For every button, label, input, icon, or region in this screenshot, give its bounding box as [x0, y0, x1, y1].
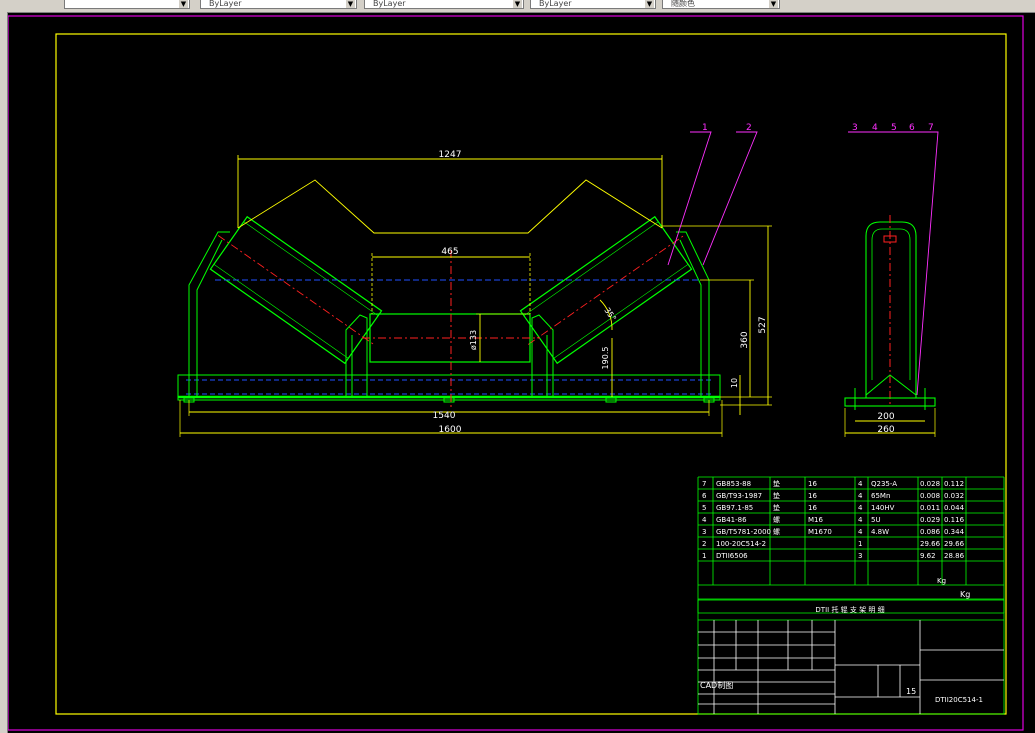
chevron-down-icon[interactable]: ▼	[179, 0, 188, 8]
bom-row-material: 65Mn	[871, 492, 890, 500]
bom-row-total-weight: 28.86	[944, 552, 965, 560]
properties-toolbar: ▼ ByLayer ▼ ByLayer ▼ ByLayer ▼ 随颜色 ▼	[0, 0, 1035, 13]
bom-row-total-weight: 0.032	[944, 492, 964, 500]
dim-overall-top: 1247	[439, 150, 462, 160]
bom-row-no: 3	[702, 528, 706, 536]
bom-row-qty: 1	[858, 540, 862, 548]
balloon-4: 4	[872, 123, 878, 133]
lineweight-combo[interactable]: ByLayer ▼	[530, 0, 656, 9]
dim-center-roller: 465	[441, 247, 458, 257]
bom-row-no: 6	[702, 492, 707, 500]
bom-row-code: GB/T93-1987	[716, 492, 762, 500]
bom-row-qty: 4	[858, 480, 863, 488]
bom-row-spec: 16	[808, 492, 817, 500]
bom-row-total-weight: 0.116	[944, 516, 965, 524]
front-view: 1247 465 ø133 190.5 35° 360 527 10 1540 …	[177, 123, 772, 437]
dim-span-mid: 1540	[433, 411, 456, 421]
bom-row-name: 垫	[773, 479, 780, 488]
bom-row-no: 2	[702, 540, 706, 548]
dim-diameter: ø133	[469, 330, 478, 350]
bom-row-unit-weight: 9.62	[920, 552, 936, 560]
bom-row-no: 1	[702, 552, 706, 560]
total-weight-unit: Kg	[960, 590, 970, 599]
bom-row-code: GB853-88	[716, 480, 751, 488]
bom-row-name: 垫	[773, 503, 780, 512]
dim-span-total: 1600	[439, 425, 462, 435]
bom-row-name: 垫	[773, 491, 780, 500]
dim-center-height: 190.5	[601, 347, 610, 370]
bom-row-unit-weight: 0.086	[920, 528, 941, 536]
bom-row-material: 5U	[871, 516, 881, 524]
dim-side-inner: 200	[877, 412, 894, 422]
dim-height-total: 527	[758, 316, 768, 333]
dim-base: 10	[730, 378, 739, 388]
bom-row-material: 4.8W	[871, 528, 889, 536]
balloon-3: 3	[852, 123, 858, 133]
bom-row-code: 100-20C514-2	[716, 540, 766, 548]
dim-side-outer: 260	[877, 425, 894, 435]
bom-row-name: 螺	[773, 527, 780, 536]
chevron-down-icon[interactable]: ▼	[513, 0, 522, 8]
balloon-1: 1	[702, 123, 708, 133]
balloon-5: 5	[891, 123, 897, 133]
balloon-2: 2	[746, 123, 752, 133]
bom-row-qty: 4	[858, 492, 863, 500]
chevron-down-icon[interactable]: ▼	[769, 0, 778, 8]
bom-row-unit-weight: 0.011	[920, 504, 940, 512]
bom-row-name: 螺	[773, 515, 780, 524]
bom-row-no: 5	[702, 504, 706, 512]
balloon-7: 7	[928, 123, 934, 133]
bom-title-line: DTII 托 辊 支 架 明 细	[815, 605, 884, 614]
bom-table: 7 GB853-88 垫 16 4 Q235-A 0.028 0.112 6 GB/T93-198…	[697, 476, 1005, 614]
bom-row-code: DTII6506	[716, 552, 748, 560]
bom-row-no: 4	[702, 516, 707, 524]
bom-row-spec: 16	[808, 504, 817, 512]
bom-row-unit-weight: 29.66	[920, 540, 941, 548]
plotstyle-combo[interactable]: 随颜色 ▼	[662, 0, 780, 9]
chevron-down-icon[interactable]: ▼	[645, 0, 654, 8]
bom-row-unit-weight: 0.029	[920, 516, 940, 524]
bom-row-total-weight: 0.112	[944, 480, 964, 488]
bom-row-qty: 4	[858, 504, 863, 512]
bom-row-material: 140HV	[871, 504, 895, 512]
bom-row-unit-weight: 0.028	[920, 480, 940, 488]
bom-row-code: GB97.1-85	[716, 504, 753, 512]
scale-value: 15	[906, 687, 916, 696]
chevron-down-icon[interactable]: ▼	[346, 0, 355, 8]
bom-row-qty: 3	[858, 552, 862, 560]
bom-row-total-weight: 0.044	[944, 504, 965, 512]
dim-height-inner: 360	[740, 331, 750, 348]
bom-row-code: GB41-86	[716, 516, 747, 524]
bom-row-code: GB/T5781-2000	[716, 528, 771, 536]
bom-row-qty: 4	[858, 528, 863, 536]
bom-row-spec: M1670	[808, 528, 832, 536]
drawing-number: DTII20C514-1	[935, 696, 983, 704]
left-scroll-edge	[0, 12, 8, 733]
side-view: 200 260 3 4 5 6 7	[844, 123, 939, 437]
color-combo[interactable]: ByLayer ▼	[200, 0, 357, 9]
bom-row-material: Q235-A	[871, 480, 897, 488]
bom-row-spec: 16	[808, 480, 817, 488]
bom-header-kg: Kg	[937, 577, 946, 585]
drawing-canvas[interactable]: 1247 465 ø133 190.5 35° 360 527 10 1540 …	[0, 0, 1035, 733]
bom-row-unit-weight: 0.008	[920, 492, 940, 500]
layer-combo[interactable]: ▼	[64, 0, 190, 9]
bom-row-total-weight: 29.66	[944, 540, 965, 548]
cad-window: 1247 465 ø133 190.5 35° 360 527 10 1540 …	[0, 0, 1035, 733]
bom-row-no: 7	[702, 480, 706, 488]
bom-row-qty: 4	[858, 516, 863, 524]
sheet-frame	[7, 15, 1024, 731]
cad-label: CAD制图	[700, 680, 733, 690]
bom-row-spec: M16	[808, 516, 823, 524]
linetype-combo[interactable]: ByLayer ▼	[364, 0, 524, 9]
bom-row-total-weight: 0.344	[944, 528, 965, 536]
balloon-6: 6	[909, 123, 915, 133]
dim-angle: 35°	[602, 306, 618, 323]
